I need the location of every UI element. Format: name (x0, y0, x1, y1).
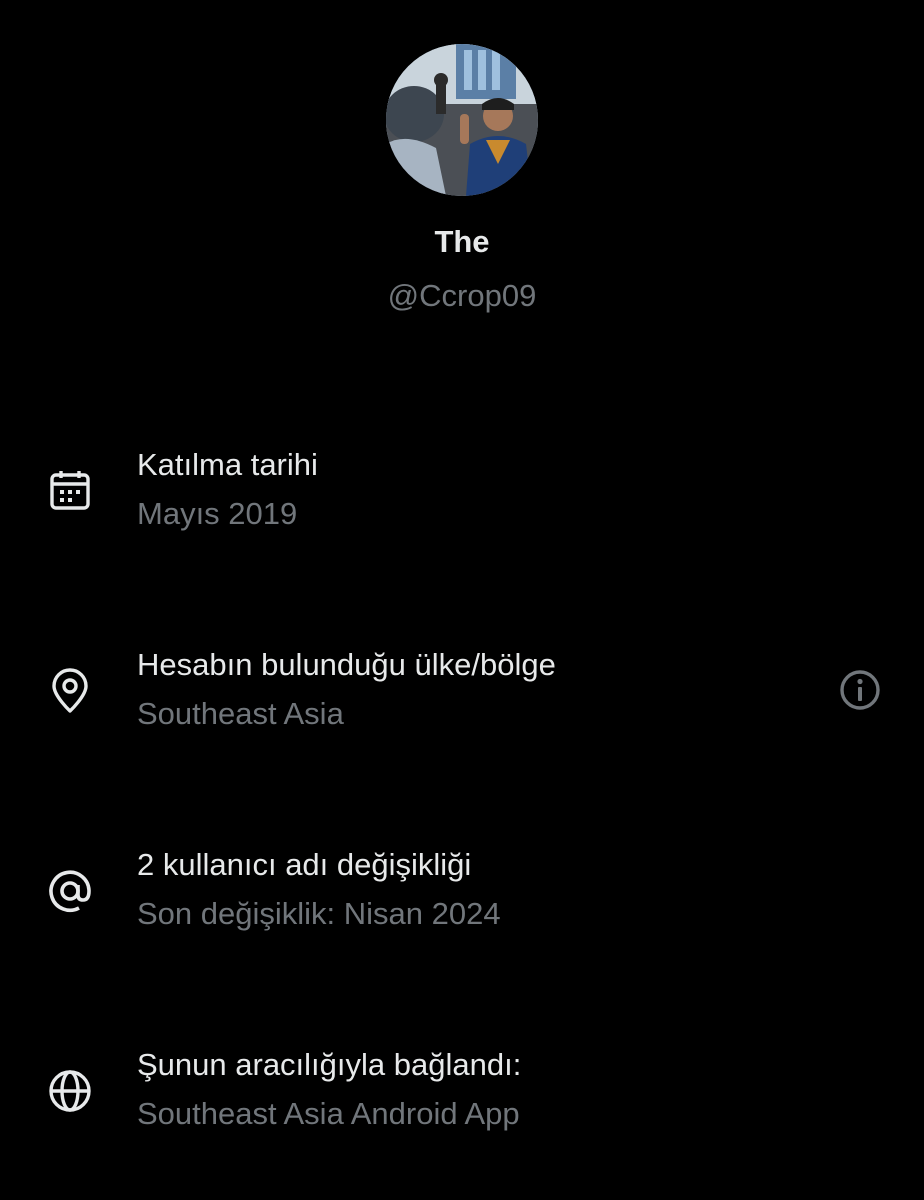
detail-row-joined: Katılma tarihi Mayıs 2019 (0, 440, 924, 550)
profile-display-name: The (434, 224, 490, 259)
info-button[interactable] (836, 666, 884, 714)
detail-row-username-changes: 2 kullanıcı adı değişikliği Son değişikl… (0, 840, 924, 950)
profile-handle: @Ccrop09 (387, 278, 537, 313)
detail-subtitle: Mayıs 2019 (137, 496, 298, 531)
detail-row-connected-via: Şunun aracılığıyla bağlandı: Southeast A… (0, 1040, 924, 1150)
detail-subtitle: Son değişiklik: Nisan 2024 (137, 896, 501, 931)
detail-row-location: Hesabın bulunduğu ülke/bölge Southeast A… (0, 640, 924, 750)
detail-title: Şunun aracılığıyla bağlandı: (137, 1047, 522, 1082)
detail-title: Katılma tarihi (137, 447, 318, 482)
detail-subtitle: Southeast Asia Android App (137, 1096, 520, 1131)
location-pin-icon (44, 665, 96, 717)
detail-title: Hesabın bulunduğu ülke/bölge (137, 647, 556, 682)
detail-title: 2 kullanıcı adı değişikliği (137, 847, 472, 882)
info-icon (840, 670, 880, 710)
globe-icon (44, 1065, 96, 1117)
detail-subtitle: Southeast Asia (137, 696, 344, 731)
avatar[interactable] (386, 44, 538, 196)
calendar-icon (44, 465, 96, 517)
at-sign-icon (44, 865, 96, 917)
